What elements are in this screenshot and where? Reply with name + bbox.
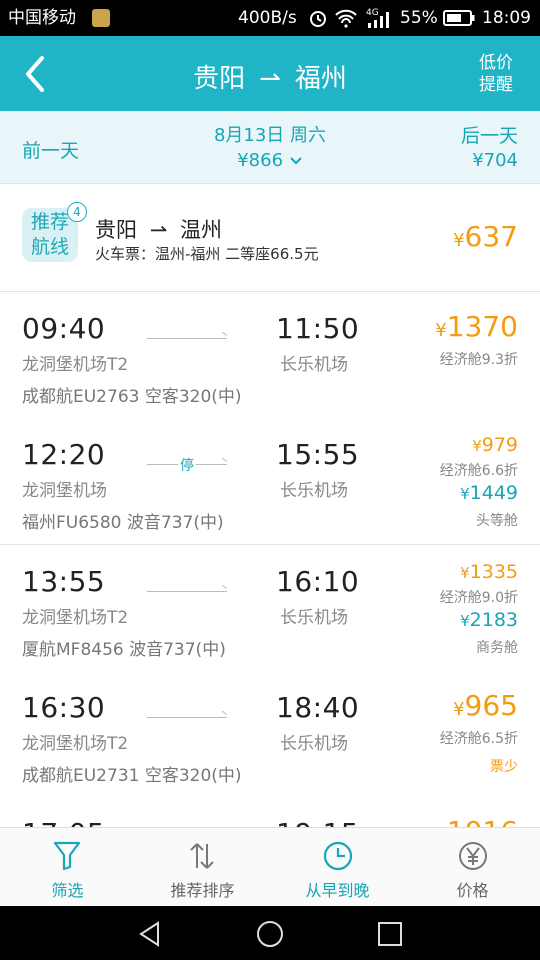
prev-day-button[interactable]: 前一天	[22, 136, 79, 163]
tab-price[interactable]: 价格	[405, 828, 540, 907]
flight-price: ¥965	[453, 689, 518, 722]
stopover-label: 停	[178, 455, 196, 475]
departure-time: 12:20	[22, 438, 106, 471]
promo-destination: 温州	[179, 218, 222, 242]
flight-path-line	[147, 591, 227, 592]
tab-filter-label: 筛选	[51, 881, 84, 900]
airline-info: 福州FU6580 波音737(中)	[22, 513, 224, 533]
business-class: 商务舱	[476, 640, 518, 656]
cabin-class: 经济舱9.3折	[439, 352, 518, 368]
current-date-price: ¥866	[237, 150, 284, 171]
low-price-label-2: 提醒	[479, 75, 513, 95]
origin-city: 贵阳	[193, 64, 246, 94]
tab-recommended-sort-label: 推荐排序	[170, 881, 235, 900]
clock-time: 18:09	[482, 8, 531, 28]
promo-price: ¥637	[453, 220, 518, 253]
departure-airport: 龙洞堡机场T2	[22, 355, 129, 375]
cabin-class: 经济舱6.5折	[439, 731, 518, 747]
departure-airport: 龙洞堡机场T2	[22, 734, 129, 754]
system-nav-bar	[0, 906, 540, 960]
current-date[interactable]: 8月13日 周六	[170, 121, 370, 147]
arrival-airport: 长乐机场	[280, 734, 348, 754]
next-day-price[interactable]: ¥704	[472, 150, 518, 171]
network-speed: 400B/s	[238, 8, 297, 28]
next-day-button[interactable]: 后一天	[461, 121, 518, 148]
chevron-down-icon	[289, 150, 303, 171]
promo-route: 贵阳 ⇀ 温州	[95, 214, 222, 244]
nav-back-icon[interactable]	[136, 920, 164, 948]
promo-arrow: ⇀	[149, 218, 168, 242]
economy-class: 经济舱6.6折	[439, 463, 518, 479]
arrival-airport: 长乐机场	[280, 355, 348, 375]
alarm-icon	[308, 8, 328, 33]
airline-info: 厦航MF8456 波音737(中)	[22, 640, 226, 660]
flight-price: ¥1016	[435, 815, 518, 827]
flight-path-line	[147, 338, 227, 339]
economy-class: 经济舱9.0折	[439, 590, 518, 606]
status-bar: 中国移动 400B/s 4G 55% 18:09	[0, 0, 540, 36]
carrier-name: 中国移动	[8, 8, 76, 28]
airline-info: 成都航EU2763 空客320(中)	[22, 387, 242, 407]
promo-origin: 贵阳	[95, 218, 137, 242]
flight-path-line	[147, 717, 227, 718]
yen-icon	[459, 842, 487, 870]
app-header: 贵阳 ⇀ 福州 低价 提醒	[0, 36, 540, 111]
date-selector: 前一天 8月13日 周六 ¥866 后一天 ¥704	[0, 111, 540, 184]
arrival-time: 11:50	[276, 312, 360, 345]
flight-row[interactable]: 17:05 19:15 ¥1016	[0, 797, 540, 827]
signal-icon	[366, 12, 392, 33]
badge-count: 4	[67, 202, 87, 222]
bottom-toolbar: 筛选 推荐排序 从早到晚 价格	[0, 827, 540, 907]
departure-airport: 龙洞堡机场	[22, 481, 107, 501]
departure-airport: 龙洞堡机场T2	[22, 608, 129, 628]
economy-price: ¥979	[472, 434, 518, 456]
departure-time: 16:30	[22, 691, 106, 724]
low-price-label-1: 低价	[479, 53, 513, 73]
tab-price-label: 价格	[456, 881, 489, 900]
flight-row[interactable]: 16:30 龙洞堡机场T2 18:40 长乐机场 成都航EU2731 空客320…	[0, 671, 540, 798]
back-icon[interactable]	[18, 54, 52, 94]
arrival-time: 18:40	[276, 691, 360, 724]
flight-row[interactable]: 12:20 龙洞堡机场 停 15:55 长乐机场 福州FU6580 波音737(…	[0, 418, 540, 545]
departure-time: 09:40	[22, 312, 106, 345]
flight-price: ¥1370	[435, 310, 518, 343]
departure-time: 13:55	[22, 565, 106, 598]
premium-class: 头等舱	[476, 513, 518, 529]
tab-recommended-sort[interactable]: 推荐排序	[135, 828, 270, 907]
economy-price: ¥1335	[460, 561, 518, 583]
promo-detail: 火车票：温州-福州 二等座66.5元	[95, 245, 319, 263]
departure-time: 17:05	[22, 817, 105, 827]
arrival-time: 15:55	[276, 438, 360, 471]
badge-label-2: 航线	[30, 236, 69, 258]
route-arrow: ⇀	[259, 64, 281, 94]
business-price: ¥2183	[460, 609, 518, 631]
flight-row[interactable]: 09:40 龙洞堡机场T2 11:50 长乐机场 成都航EU2763 空客320…	[0, 292, 540, 419]
few-tickets-badge: 票少	[490, 759, 518, 775]
destination-city: 福州	[294, 64, 347, 94]
airline-info: 成都航EU2731 空客320(中)	[22, 766, 242, 786]
tab-early-to-late[interactable]: 从早到晚	[270, 828, 405, 907]
flight-row[interactable]: 13:55 龙洞堡机场T2 16:10 长乐机场 厦航MF8456 波音737(…	[0, 545, 540, 672]
arrival-time: 16:10	[276, 565, 360, 598]
page-title: 贵阳 ⇀ 福州	[150, 58, 390, 95]
current-date-price-row[interactable]: ¥866	[170, 150, 370, 171]
filter-icon	[53, 841, 81, 871]
tab-early-to-late-label: 从早到晚	[305, 881, 370, 900]
sort-icon	[190, 843, 214, 869]
tab-filter[interactable]: 筛选	[0, 828, 135, 907]
low-price-alert-button[interactable]: 低价 提醒	[476, 52, 516, 96]
arrival-time: 19:15	[276, 817, 359, 827]
nav-recents-icon[interactable]	[376, 920, 404, 948]
wifi-icon	[334, 8, 358, 33]
premium-price: ¥1449	[460, 482, 518, 504]
nav-home-icon[interactable]	[255, 919, 285, 949]
battery-percent: 55%	[400, 8, 438, 28]
recommended-route-card[interactable]: 推荐 航线 4 贵阳 ⇀ 温州 火车票：温州-福州 二等座66.5元 ¥637	[0, 184, 540, 292]
clock-icon	[323, 841, 353, 871]
arrival-airport: 长乐机场	[280, 608, 348, 628]
arrival-airport: 长乐机场	[280, 481, 348, 501]
battery-icon	[443, 10, 475, 31]
app-notification-icon	[92, 9, 110, 27]
